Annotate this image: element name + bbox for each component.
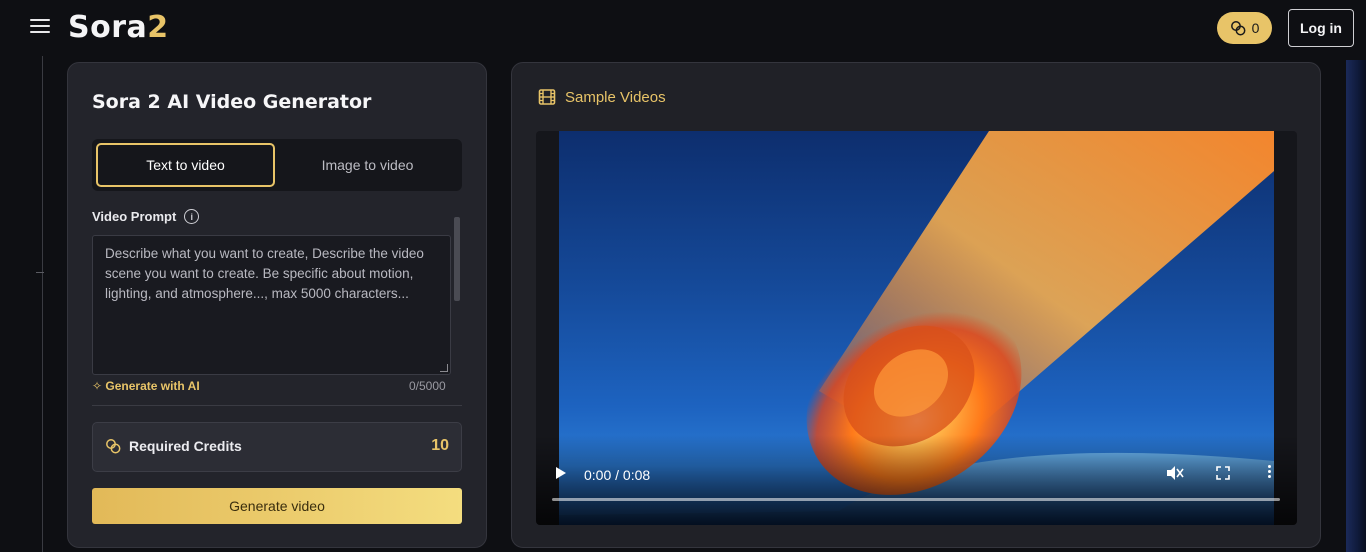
prompt-box bbox=[92, 235, 451, 375]
tab-image-to-video[interactable]: Image to video bbox=[277, 143, 458, 187]
required-credits-value: 10 bbox=[431, 437, 449, 454]
generator-panel: Sora 2 AI Video Generator Text to video … bbox=[67, 62, 487, 548]
credits-balance-button[interactable]: 0 bbox=[1217, 12, 1272, 44]
sparkle-icon: ✧ bbox=[92, 380, 103, 390]
prompt-label: Video Prompt bbox=[92, 209, 177, 224]
resize-handle[interactable] bbox=[440, 364, 448, 372]
coins-icon bbox=[106, 439, 121, 454]
info-icon[interactable]: i bbox=[184, 209, 200, 224]
samples-title: Sample Videos bbox=[565, 88, 666, 106]
panel-title: Sora 2 AI Video Generator bbox=[92, 91, 372, 113]
divider bbox=[92, 405, 462, 406]
char-count: 0/5000 bbox=[409, 380, 446, 390]
video-time: 0:00 / 0:08 bbox=[584, 467, 651, 483]
generate-video-button[interactable]: Generate video bbox=[92, 488, 462, 524]
video-player[interactable]: 0:00 / 0:08 bbox=[536, 131, 1297, 525]
generate-with-ai-link[interactable]: ✧ Generate with AI bbox=[92, 380, 200, 390]
login-button[interactable]: Log in bbox=[1288, 9, 1354, 47]
sidebar-divider bbox=[42, 56, 43, 552]
scrollbar-thumb[interactable] bbox=[454, 217, 460, 301]
top-bar: Sora2 0 Log in bbox=[0, 0, 1366, 56]
logo[interactable]: Sora2 bbox=[68, 10, 169, 45]
next-panel-edge bbox=[1346, 60, 1366, 552]
samples-header: Sample Videos bbox=[538, 88, 666, 106]
mute-icon[interactable] bbox=[1166, 465, 1184, 481]
fullscreen-icon[interactable] bbox=[1216, 466, 1230, 480]
menu-icon[interactable] bbox=[30, 19, 50, 35]
prompt-input[interactable] bbox=[105, 244, 438, 366]
credits-balance: 0 bbox=[1251, 20, 1260, 36]
coins-icon bbox=[1230, 21, 1246, 36]
tab-text-to-video[interactable]: Text to video bbox=[96, 143, 275, 187]
sidebar-tick bbox=[36, 272, 44, 273]
prompt-label-row: Video Prompt i bbox=[92, 209, 200, 224]
required-credits-label: Required Credits bbox=[129, 438, 242, 454]
more-icon[interactable] bbox=[1268, 465, 1272, 480]
mode-tabs: Text to video Image to video bbox=[92, 139, 462, 191]
generate-with-ai-label: Generate with AI bbox=[105, 380, 200, 390]
play-icon[interactable] bbox=[556, 467, 566, 479]
required-credits-box: Required Credits 10 bbox=[92, 422, 462, 472]
video-progress-bar[interactable] bbox=[552, 498, 1280, 501]
film-icon bbox=[538, 89, 556, 105]
samples-panel: Sample Videos 0:00 / 0:08 bbox=[511, 62, 1321, 548]
